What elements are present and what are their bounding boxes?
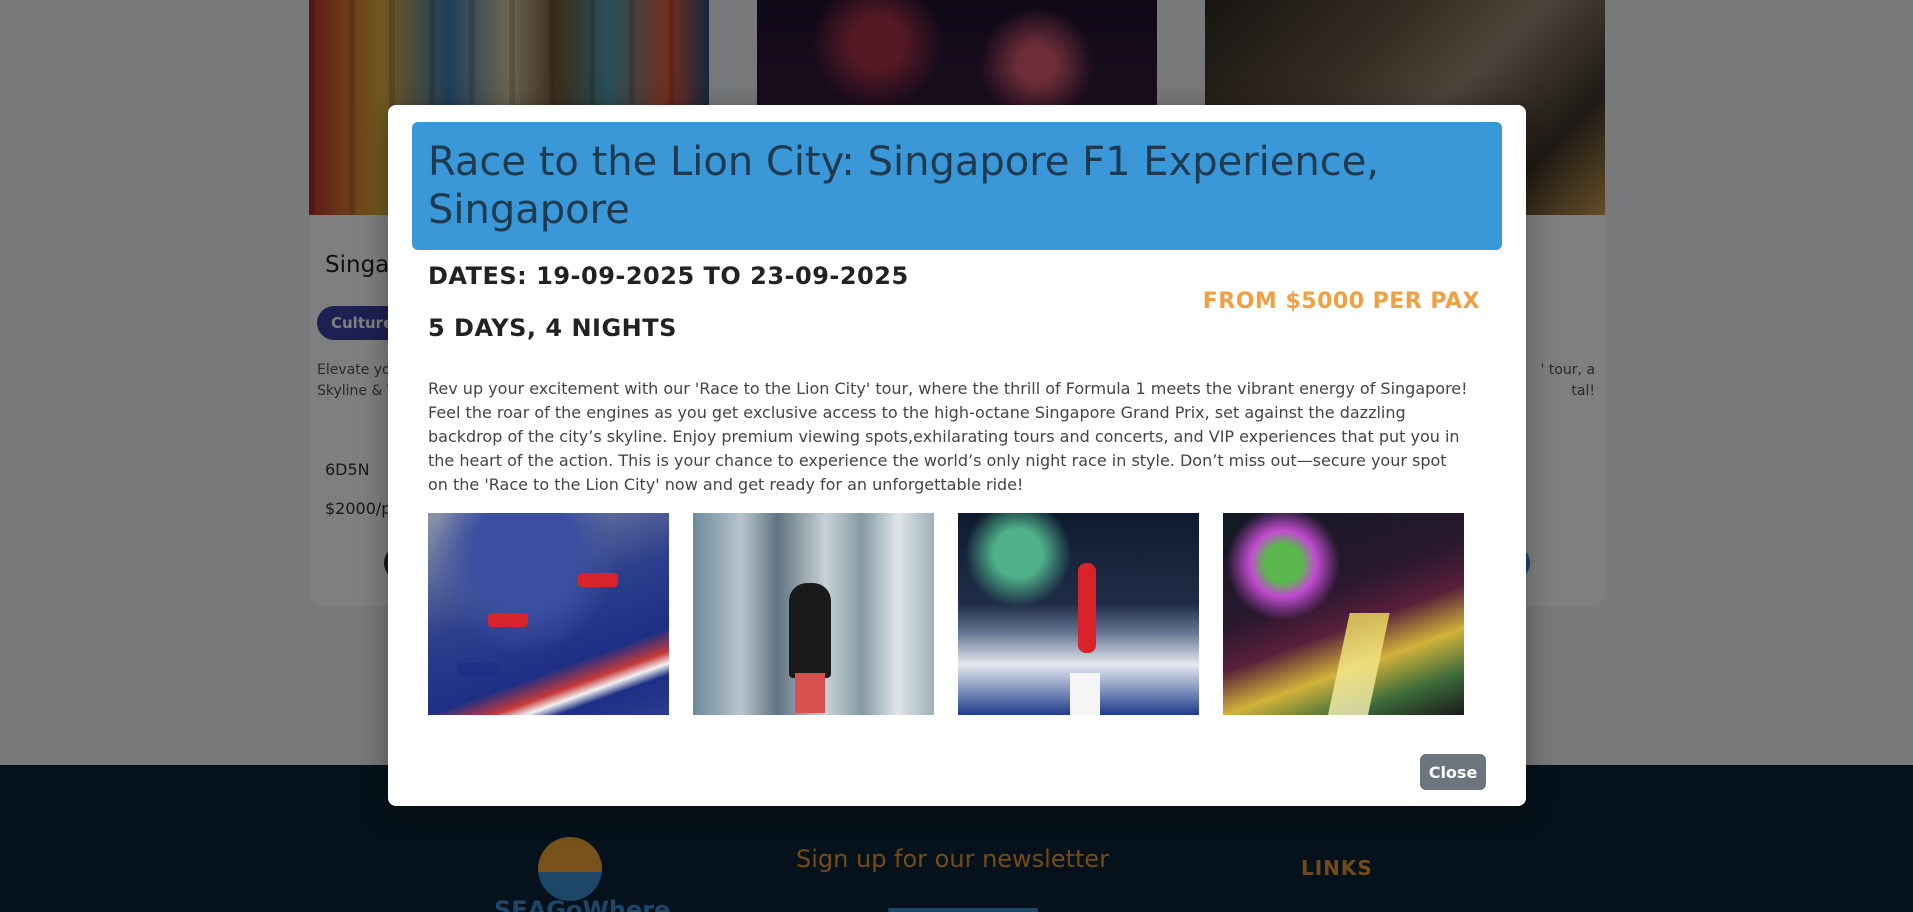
photo-gallery bbox=[428, 513, 1464, 715]
modal-header: Race to the Lion City: Singapore F1 Expe… bbox=[412, 122, 1502, 250]
driver-shape bbox=[1078, 563, 1096, 653]
gallery-image[interactable] bbox=[428, 513, 669, 715]
race-car-shape bbox=[578, 573, 618, 587]
race-car-shape bbox=[488, 613, 528, 627]
gallery-image[interactable] bbox=[1223, 513, 1464, 715]
race-car-shape bbox=[458, 663, 498, 677]
close-button[interactable]: Close bbox=[1420, 754, 1486, 790]
modal-title: Race to the Lion City: Singapore F1 Expe… bbox=[428, 139, 1380, 233]
tour-dates: DATES: 19-09-2025 TO 23-09-2025 bbox=[428, 262, 909, 290]
gallery-image[interactable] bbox=[958, 513, 1199, 715]
tour-description: Rev up your excitement with our 'Race to… bbox=[428, 379, 1468, 494]
tour-price: FROM $5000 PER PAX bbox=[1202, 289, 1480, 314]
tour-details-modal: Race to the Lion City: Singapore F1 Expe… bbox=[388, 105, 1526, 806]
gallery-image[interactable] bbox=[693, 513, 934, 715]
performer-shape bbox=[789, 583, 831, 678]
performer-legs-shape bbox=[795, 673, 825, 713]
tour-duration: 5 DAYS, 4 NIGHTS bbox=[428, 314, 677, 342]
podium-shape bbox=[1070, 673, 1100, 715]
